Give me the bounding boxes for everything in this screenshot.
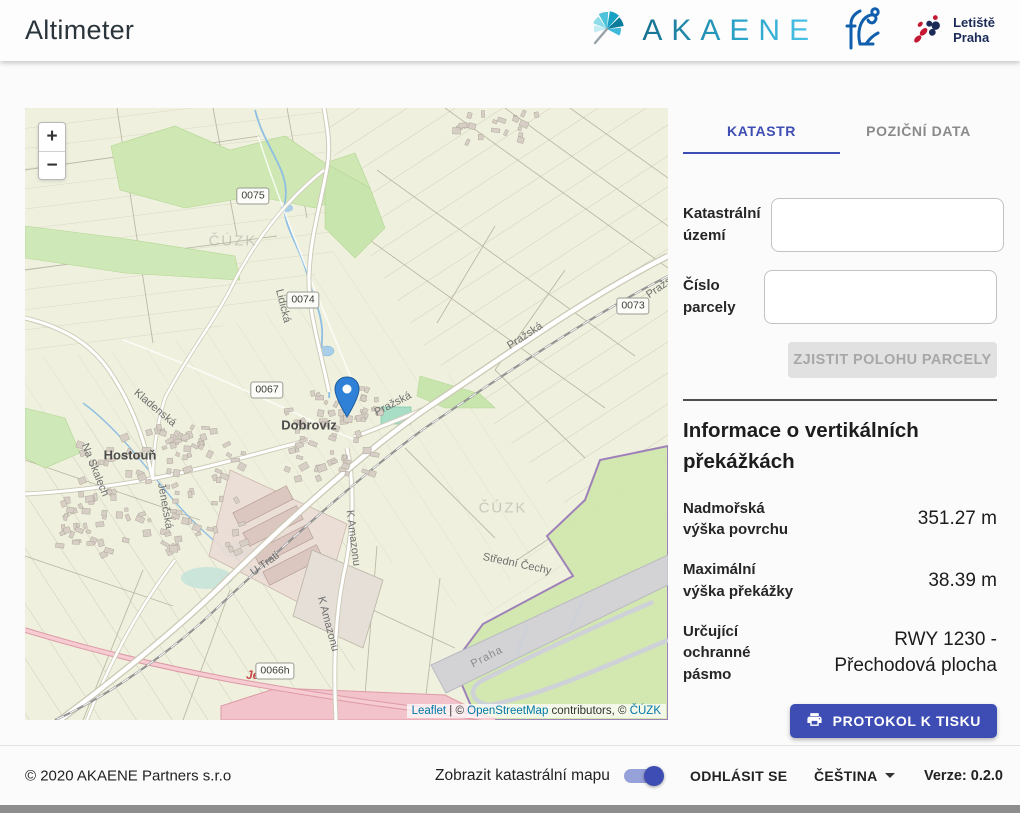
tab-katastr[interactable]: KATASTR (683, 110, 840, 152)
toggle-thumb (644, 766, 664, 786)
section-divider (683, 399, 997, 401)
info-heading: Informace o vertikálních překážkách (683, 416, 997, 478)
info-row-max-obstacle-height: Maximální výška překážky 38.39 m (683, 559, 997, 603)
zoom-in-button[interactable]: + (39, 123, 65, 151)
zoom-out-button[interactable]: − (39, 151, 65, 179)
footer: © 2020 AKAENE Partners s.r.o Zobrazit ka… (0, 745, 1020, 805)
cislo-parcely-label: Číslo parcely (683, 275, 764, 319)
map[interactable]: HostouňDobrovízPrahaJenečPražskáPražskáP… (25, 108, 668, 720)
katastr-form: Katastrální území Číslo parcely ZJISTIT … (683, 198, 997, 378)
info-label: Maximální výška překážky (683, 559, 795, 603)
active-tab-indicator (683, 152, 840, 154)
info-value: RWY 1230 - Přechodová plocha (795, 627, 997, 678)
cvut-logo (844, 6, 884, 55)
side-panel: KATASTR POZIČNÍ DATA Katastrální území Č… (683, 110, 997, 738)
page-title: Altimeter (25, 15, 134, 46)
toggle-switch[interactable] (624, 766, 662, 786)
info-value: 351.27 m (795, 506, 997, 532)
cadastral-map-toggle-group: Zobrazit katastrální mapu (435, 766, 662, 786)
map-marker-icon[interactable] (334, 376, 360, 423)
info-label: Určující ochranné pásmo (683, 621, 795, 686)
info-row-surface-elevation: Nadmořská výška povrchu 351.27 m (683, 498, 997, 542)
map-zoom-control: + − (38, 122, 66, 180)
osm-link[interactable]: OpenStreetMap (467, 705, 548, 717)
leaflet-link[interactable]: Leaflet (412, 705, 447, 717)
zjistit-polohu-parcely-button[interactable]: ZJISTIT POLOHU PARCELY (788, 342, 997, 378)
logout-button[interactable]: ODHLÁSIT SE (690, 768, 787, 784)
printer-icon (806, 711, 823, 731)
brand-logos: AKAENE (587, 6, 995, 55)
katastralni-uzemi-input[interactable] (771, 198, 1004, 252)
caret-down-icon (885, 773, 895, 778)
map-attribution: Leaflet | © OpenStreetMap contributors, … (407, 704, 666, 718)
copyright-text: © 2020 AKAENE Partners s.r.o (25, 767, 231, 784)
katastralni-uzemi-label: Katastrální území (683, 203, 771, 247)
protokol-k-tisku-button[interactable]: PROTOKOL K TISKU (790, 704, 997, 738)
akaene-wordmark: AKAENE (642, 14, 818, 48)
akaene-fan-icon (587, 7, 629, 54)
cadastral-map-toggle-label: Zobrazit katastrální mapu (435, 767, 610, 785)
tab-bar: KATASTR POZIČNÍ DATA (683, 110, 997, 152)
letiste-praha-logo: Letiště Praha (910, 12, 995, 49)
info-label: Nadmořská výška povrchu (683, 498, 795, 542)
app-window: Altimeter AKAENE (0, 0, 1020, 805)
header: Altimeter AKAENE (0, 0, 1020, 61)
language-selector[interactable]: ČEŠTINA (814, 768, 895, 784)
info-value: 38.39 m (795, 568, 997, 594)
version-text: Verze: 0.2.0 (924, 768, 1003, 784)
tab-pozicni-data[interactable]: POZIČNÍ DATA (840, 110, 997, 152)
info-row-protection-zone: Určující ochranné pásmo RWY 1230 - Přech… (683, 621, 997, 686)
cuzk-link[interactable]: ČÚZK (630, 705, 661, 717)
letiste-praha-text: Letiště Praha (953, 16, 995, 45)
letiste-praha-logo-icon (910, 12, 946, 49)
cislo-parcely-input[interactable] (764, 270, 997, 324)
akaene-logo: AKAENE (587, 7, 818, 54)
